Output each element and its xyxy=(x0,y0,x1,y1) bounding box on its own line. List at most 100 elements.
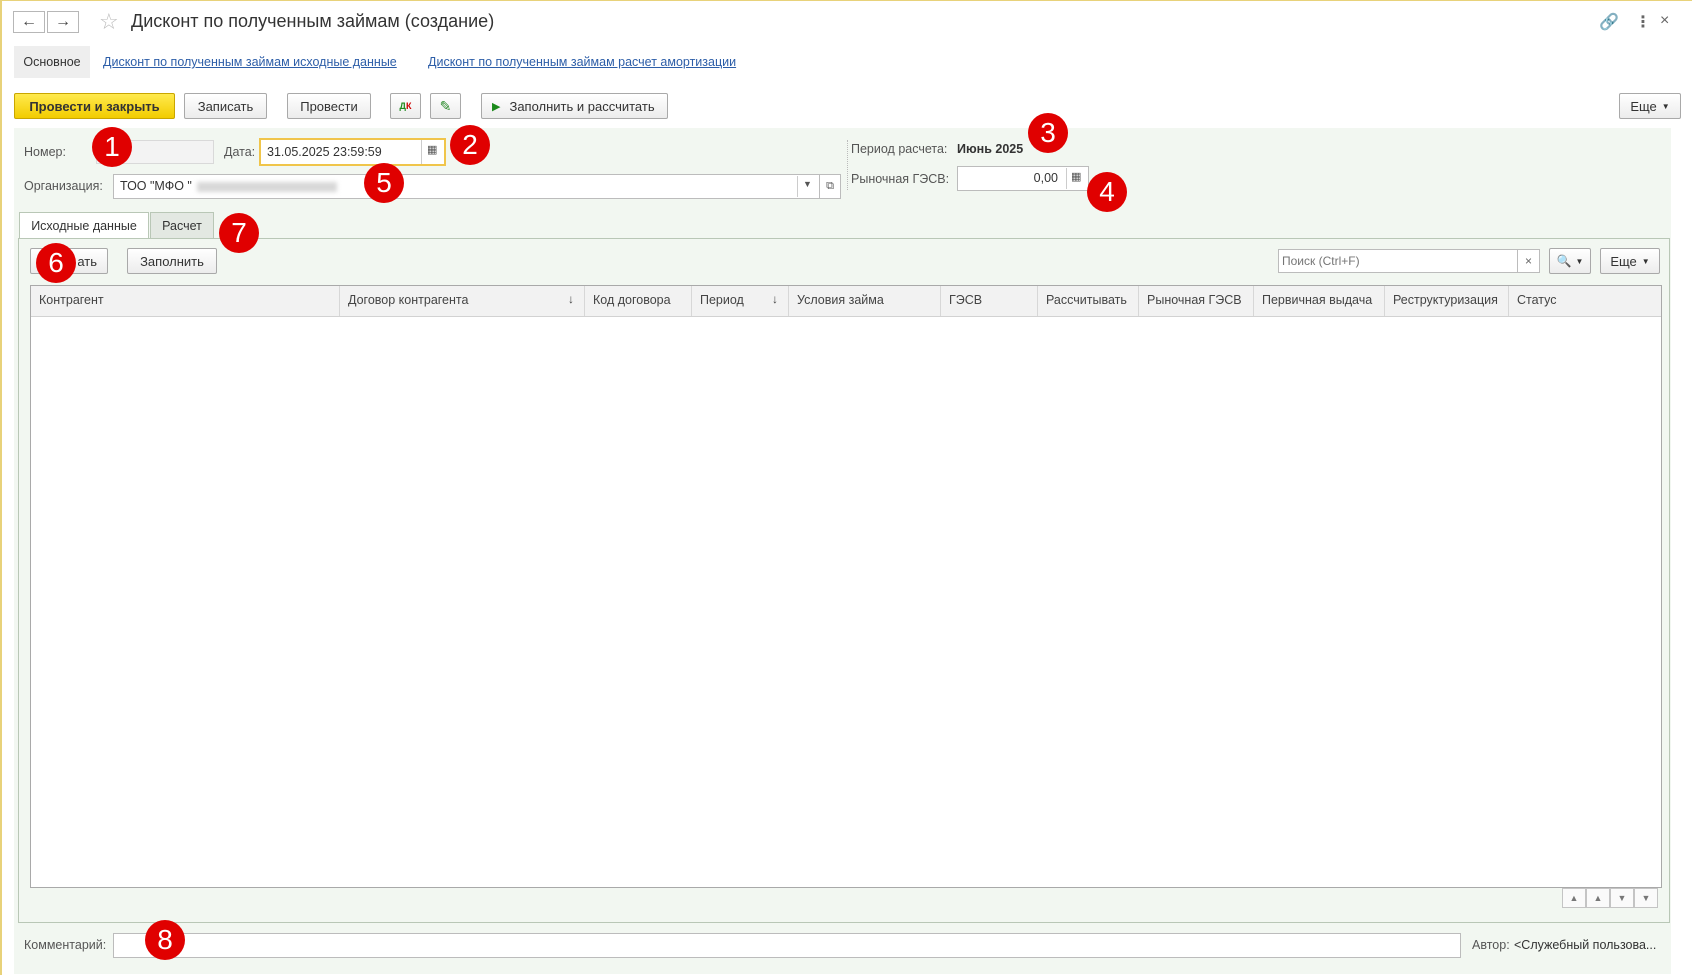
scroll-last-button[interactable]: ▼ xyxy=(1634,888,1658,908)
comment-field[interactable] xyxy=(113,933,1461,958)
organization-value: ТОО "МФО " xyxy=(120,179,192,193)
date-value: 31.05.2025 23:59:59 xyxy=(267,145,382,159)
more-label: Еще xyxy=(1630,98,1657,114)
annotation-badge-8: 8 xyxy=(145,920,185,960)
table-more-label: Еще xyxy=(1610,253,1637,269)
dt-kt-icon: ДК xyxy=(399,101,412,111)
arrow-left-icon: ← xyxy=(21,13,37,30)
scroll-down-button[interactable]: ▼ xyxy=(1610,888,1634,908)
tab-calculation[interactable]: Расчет xyxy=(150,212,214,238)
column-period-label: Период xyxy=(700,293,744,307)
last-icon: ▼ xyxy=(1641,893,1651,903)
fill-button[interactable]: Заполнить xyxy=(127,248,217,274)
table-header: Контрагент Договор контрагента ↓ Код дог… xyxy=(31,286,1661,317)
period-label: Период расчета: xyxy=(851,142,948,156)
org-divider xyxy=(797,176,798,197)
column-loan-terms[interactable]: Условия займа xyxy=(789,286,941,316)
clear-search-button[interactable]: × xyxy=(1518,249,1540,273)
table-more-button[interactable]: Еще ▼ xyxy=(1600,248,1660,274)
dt-kt-button[interactable]: ДК xyxy=(390,93,421,119)
window-title: Дисконт по полученным займам (создание) xyxy=(131,11,495,31)
play-icon: ▶ xyxy=(492,100,501,113)
link-icon[interactable]: 🔗 xyxy=(1599,12,1619,32)
annotation-badge-4: 4 xyxy=(1087,172,1127,212)
forward-button[interactable]: → xyxy=(47,11,79,33)
fill-and-calculate-button[interactable]: ▶ Заполнить и рассчитать xyxy=(481,93,668,119)
annotation-badge-6: 6 xyxy=(36,243,76,283)
edit-postings-button[interactable]: ✎ xyxy=(430,93,461,119)
annotation-badge-1: 1 xyxy=(92,127,132,167)
data-table[interactable]: Контрагент Договор контрагента ↓ Код дог… xyxy=(30,285,1662,888)
author-label: Автор: xyxy=(1472,938,1510,952)
calculator-icon[interactable]: ▦ xyxy=(1071,170,1081,183)
search-options-button[interactable]: 🔍 ▼ xyxy=(1549,248,1591,274)
organization-blurred-text xyxy=(197,181,338,192)
link-amortization[interactable]: Дисконт по полученным займам расчет амор… xyxy=(428,55,736,69)
open-organization-button[interactable]: ⧉ xyxy=(819,174,841,199)
market-rate-label: Рыночная ГЭСВ: xyxy=(851,172,950,186)
close-icon[interactable]: × xyxy=(1660,12,1669,30)
date-label: Дата: xyxy=(224,145,256,159)
fill-label: Заполнить xyxy=(140,253,204,269)
star-icon[interactable]: ☆ xyxy=(99,9,119,35)
chevron-down-icon: ▼ xyxy=(1641,256,1650,266)
down-icon: ▼ xyxy=(1617,893,1627,903)
calendar-icon[interactable]: ▦ xyxy=(427,143,437,156)
column-period[interactable]: Период ↓ xyxy=(692,286,789,316)
search-input[interactable] xyxy=(1278,249,1518,273)
column-gesv[interactable]: ГЭСВ xyxy=(941,286,1038,316)
sort-arrow-icon: ↓ xyxy=(568,292,574,306)
author-value: <Служебный пользова... xyxy=(1514,938,1657,952)
back-button[interactable]: ← xyxy=(13,11,45,33)
search-icon: 🔍 xyxy=(1556,254,1572,268)
column-initial-issue[interactable]: Первичная выдача xyxy=(1254,286,1385,316)
clear-icon: × xyxy=(1524,254,1532,268)
market-divider xyxy=(1066,168,1067,189)
fill-and-calculate-label: Заполнить и рассчитать xyxy=(509,98,655,114)
arrow-right-icon: → xyxy=(55,13,71,30)
header-separator xyxy=(847,140,849,190)
tab-calculation-label: Расчет xyxy=(162,218,202,233)
column-contract-label: Договор контрагента xyxy=(348,293,469,307)
scroll-first-button[interactable]: ▲ xyxy=(1562,888,1586,908)
annotation-badge-5: 5 xyxy=(364,163,404,203)
column-market-gesv[interactable]: Рыночная ГЭСВ xyxy=(1139,286,1254,316)
dropdown-arrow-icon[interactable]: ▼ xyxy=(803,179,812,189)
column-counterparty[interactable]: Контрагент xyxy=(31,286,340,316)
first-icon: ▲ xyxy=(1569,893,1579,903)
period-value: Июнь 2025 xyxy=(957,142,1024,156)
scroll-up-button[interactable]: ▲ xyxy=(1586,888,1610,908)
chevron-down-icon: ▼ xyxy=(1575,256,1584,266)
column-status[interactable]: Статус xyxy=(1509,286,1661,316)
date-field[interactable]: 31.05.2025 23:59:59 xyxy=(259,138,446,166)
date-divider xyxy=(421,140,422,164)
column-contract-code[interactable]: Код договора xyxy=(585,286,692,316)
post-and-close-button[interactable]: Провести и закрыть xyxy=(14,93,175,119)
market-rate-value: 0,00 xyxy=(1033,171,1058,185)
save-button[interactable]: Записать xyxy=(184,93,267,119)
annotation-badge-2: 2 xyxy=(450,125,490,165)
number-label: Номер: xyxy=(24,145,66,159)
post-button[interactable]: Провести xyxy=(287,93,371,119)
up-icon: ▲ xyxy=(1593,893,1603,903)
annotation-badge-7: 7 xyxy=(219,213,259,253)
panel-main-item[interactable]: Основное xyxy=(14,46,90,78)
column-calculate[interactable]: Рассчитывать xyxy=(1038,286,1139,316)
market-rate-field[interactable]: 0,00 xyxy=(957,166,1089,191)
more-vertical-icon[interactable]: ⋮ xyxy=(1635,12,1651,32)
more-button[interactable]: Еще ▼ xyxy=(1619,93,1681,119)
tab-initial-data[interactable]: Исходные данные xyxy=(19,212,149,238)
open-form-icon: ⧉ xyxy=(826,180,834,192)
comment-label: Комментарий: xyxy=(24,938,107,952)
annotation-badge-3: 3 xyxy=(1028,113,1068,153)
pencil-icon: ✎ xyxy=(439,97,452,114)
add-label: ать xyxy=(77,253,97,269)
organization-field[interactable]: ТОО "МФО " xyxy=(113,174,821,199)
chevron-down-icon: ▼ xyxy=(1661,101,1670,111)
sort-arrow-icon: ↓ xyxy=(772,292,778,306)
organization-label: Организация: xyxy=(24,179,103,193)
column-contract[interactable]: Договор контрагента ↓ xyxy=(340,286,585,316)
column-restructuring[interactable]: Реструктуризация xyxy=(1385,286,1509,316)
tab-initial-data-label: Исходные данные xyxy=(31,218,137,233)
link-initial-data[interactable]: Дисконт по полученным займам исходные да… xyxy=(103,55,397,69)
